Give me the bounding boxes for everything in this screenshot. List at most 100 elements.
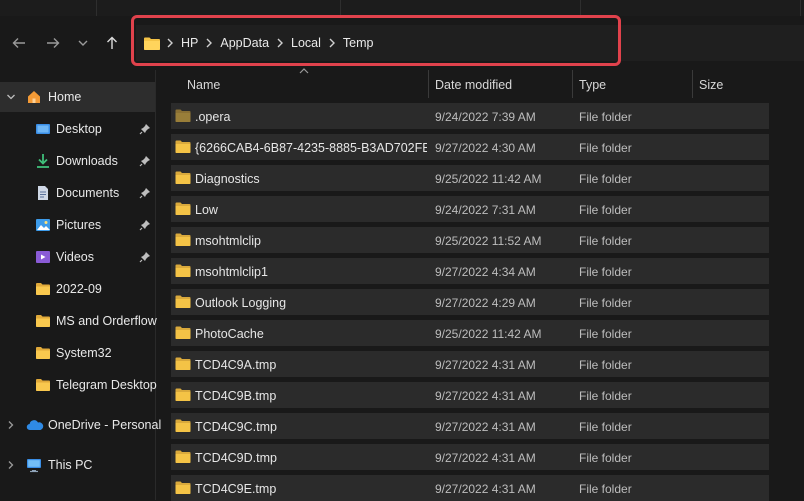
- file-type: File folder: [579, 451, 632, 465]
- home-icon: [28, 91, 40, 103]
- sidebar-item-this-pc[interactable]: This PC: [0, 450, 155, 480]
- pictures-icon: [36, 219, 50, 231]
- file-type: File folder: [579, 389, 632, 403]
- file-name: Outlook Logging: [195, 296, 287, 310]
- file-row[interactable]: TCD4C9C.tmp 9/27/2022 4:31 AM File folde…: [171, 413, 769, 439]
- file-row[interactable]: TCD4C9D.tmp 9/27/2022 4:31 AM File folde…: [171, 444, 769, 470]
- chevron-right-icon[interactable]: [6, 420, 16, 430]
- sidebar-item-label: Telegram Desktop: [56, 378, 157, 392]
- document-icon: [38, 186, 48, 200]
- pin-icon[interactable]: [139, 251, 151, 263]
- pin-icon[interactable]: [139, 123, 151, 135]
- forward-button[interactable]: [40, 30, 66, 56]
- folder-icon: [175, 171, 191, 184]
- sidebar-item-home[interactable]: Home: [0, 82, 155, 112]
- sidebar-item-label: System32: [56, 346, 112, 360]
- file-row[interactable]: msohtmlclip1 9/27/2022 4:34 AM File fold…: [171, 258, 769, 284]
- file-row[interactable]: Diagnostics 9/25/2022 11:42 AM File fold…: [171, 165, 769, 191]
- sidebar-item-desktop[interactable]: Desktop: [0, 114, 155, 144]
- chevron-right-icon[interactable]: [6, 460, 16, 470]
- file-row[interactable]: msohtmlclip 9/25/2022 11:52 AM File fold…: [171, 227, 769, 253]
- file-date: 9/27/2022 4:34 AM: [435, 265, 536, 279]
- sidebar-item-label: Videos: [56, 250, 94, 264]
- file-type: File folder: [579, 141, 632, 155]
- file-type: File folder: [579, 234, 632, 248]
- folder-icon: [175, 326, 191, 339]
- file-date: 9/27/2022 4:30 AM: [435, 141, 536, 155]
- file-name: PhotoCache: [195, 327, 264, 341]
- sidebar-item-label: Pictures: [56, 218, 102, 232]
- file-type: File folder: [579, 358, 632, 372]
- cloud-icon: [26, 420, 44, 431]
- file-date: 9/27/2022 4:31 AM: [435, 482, 536, 496]
- file-type: File folder: [579, 327, 632, 341]
- file-type: File folder: [579, 265, 632, 279]
- file-row[interactable]: .opera 9/24/2022 7:39 AM File folder: [171, 103, 769, 129]
- sidebar-divider: [155, 70, 156, 500]
- file-name: msohtmlclip1: [195, 265, 268, 279]
- file-date: 9/27/2022 4:31 AM: [435, 451, 536, 465]
- column-header-date[interactable]: Date modified: [429, 70, 572, 98]
- file-type: File folder: [579, 172, 632, 186]
- file-row[interactable]: PhotoCache 9/25/2022 11:42 AM File folde…: [171, 320, 769, 346]
- sidebar-item-telegram-desktop[interactable]: Telegram Desktop: [0, 370, 157, 400]
- sidebar-item-label: Desktop: [56, 122, 102, 136]
- folder-icon: [175, 109, 191, 122]
- back-button[interactable]: [6, 30, 32, 56]
- recent-locations-button[interactable]: [70, 30, 96, 56]
- file-type: File folder: [579, 203, 632, 217]
- folder-icon: [175, 202, 191, 215]
- column-header-size[interactable]: Size: [693, 70, 783, 98]
- file-name: Low: [195, 203, 218, 217]
- file-date: 9/24/2022 7:31 AM: [435, 203, 536, 217]
- file-name: msohtmlclip: [195, 234, 261, 248]
- pin-icon[interactable]: [139, 219, 151, 231]
- desktop-icon: [36, 124, 50, 134]
- sidebar-item-ms-and-orderflow[interactable]: MS and Orderflow: [0, 306, 157, 336]
- file-type: File folder: [579, 482, 632, 496]
- file-type: File folder: [579, 296, 632, 310]
- sidebar-item-downloads[interactable]: Downloads: [0, 146, 155, 176]
- column-header-type[interactable]: Type: [573, 70, 692, 98]
- file-name: TCD4C9B.tmp: [195, 389, 277, 403]
- sidebar-item-videos[interactable]: Videos: [0, 242, 155, 272]
- folder-icon: [175, 140, 191, 153]
- folder-icon: [175, 388, 191, 401]
- column-header-name[interactable]: Name: [171, 70, 428, 98]
- up-arrow-icon: [107, 36, 117, 49]
- address-highlight-annotation: [131, 15, 621, 66]
- file-row[interactable]: Low 9/24/2022 7:31 AM File folder: [171, 196, 769, 222]
- file-date: 9/27/2022 4:31 AM: [435, 420, 536, 434]
- download-icon: [37, 154, 49, 168]
- file-row[interactable]: TCD4C9A.tmp 9/27/2022 4:31 AM File folde…: [171, 351, 769, 377]
- up-button[interactable]: [99, 30, 125, 56]
- sidebar-item-onedrive[interactable]: OneDrive - Personal: [0, 410, 161, 440]
- column-header-label: Date modified: [435, 78, 513, 92]
- title-strip: [0, 0, 804, 16]
- sidebar-item-pictures[interactable]: Pictures: [0, 210, 155, 240]
- sidebar-item-label: This PC: [48, 458, 93, 472]
- sidebar-item-label: MS and Orderflow: [56, 314, 157, 328]
- file-name: TCD4C9D.tmp: [195, 451, 277, 465]
- file-row[interactable]: TCD4C9E.tmp 9/27/2022 4:31 AM File folde…: [171, 475, 769, 501]
- column-header-label: Name: [187, 78, 221, 92]
- file-name: Diagnostics: [195, 172, 260, 186]
- folder-icon: [175, 295, 191, 308]
- folder-icon: [36, 347, 50, 359]
- back-arrow-icon: [12, 38, 25, 48]
- sidebar-item-2022-09[interactable]: 2022-09: [0, 274, 155, 304]
- file-row[interactable]: Outlook Logging 9/27/2022 4:29 AM File f…: [171, 289, 769, 315]
- folder-icon: [175, 233, 191, 246]
- pin-icon[interactable]: [139, 155, 151, 167]
- chevron-down-icon[interactable]: [6, 92, 16, 102]
- file-row[interactable]: {6266CAB4-6B87-4235-8885-B3AD702FB0... 9…: [171, 134, 769, 160]
- pin-icon[interactable]: [139, 187, 151, 199]
- videos-icon: [36, 251, 50, 263]
- file-date: 9/24/2022 7:39 AM: [435, 110, 536, 124]
- computer-icon: [27, 459, 41, 473]
- file-type: File folder: [579, 110, 632, 124]
- sidebar-item-documents[interactable]: Documents: [0, 178, 155, 208]
- chevron-down-icon: [78, 40, 88, 46]
- sidebar-item-system32[interactable]: System32: [0, 338, 155, 368]
- file-row[interactable]: TCD4C9B.tmp 9/27/2022 4:31 AM File folde…: [171, 382, 769, 408]
